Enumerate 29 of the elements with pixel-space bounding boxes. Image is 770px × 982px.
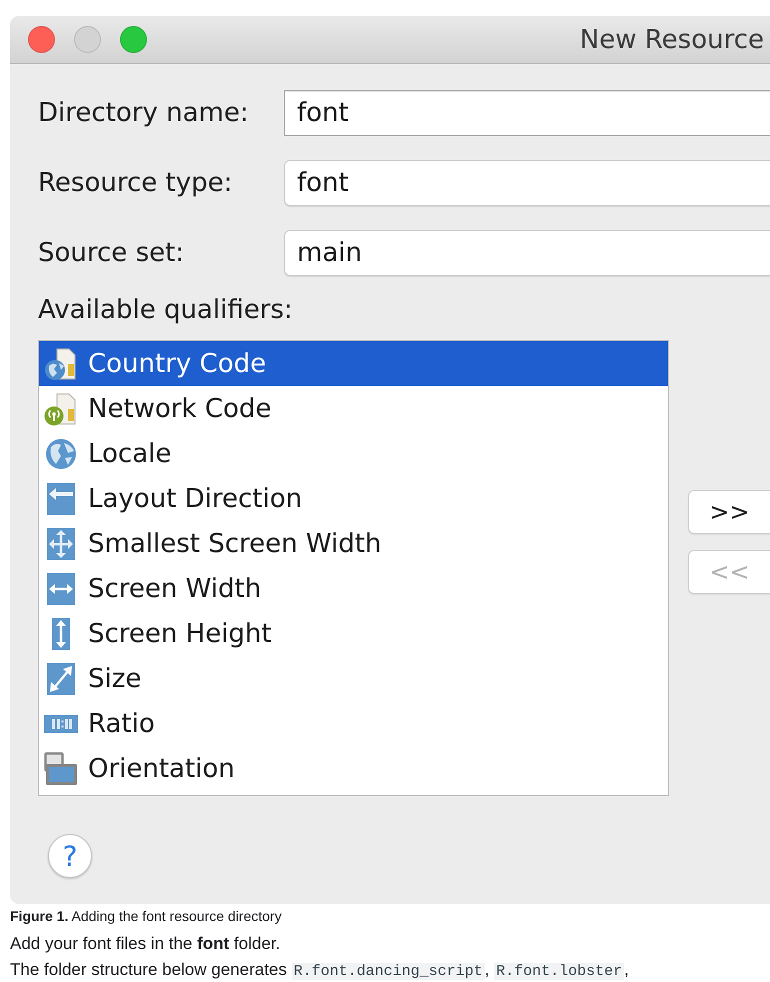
field-label: Source set: xyxy=(38,238,186,268)
list-item[interactable]: Ratio xyxy=(39,701,668,746)
list-item[interactable]: Screen Width xyxy=(39,566,668,611)
globe-icon xyxy=(44,436,78,470)
add-qualifier-button[interactable]: >> xyxy=(688,490,770,534)
list-item[interactable]: Orientation xyxy=(39,746,668,791)
help-button[interactable]: ? xyxy=(48,834,92,878)
dropdown-field[interactable]: main xyxy=(284,230,770,276)
list-item[interactable]: Network Code xyxy=(39,386,668,431)
close-button[interactable] xyxy=(28,26,55,53)
zoom-button[interactable] xyxy=(120,26,147,53)
window-title: New Resource xyxy=(580,24,765,54)
sim-card-antenna-icon xyxy=(44,392,78,426)
list-item[interactable]: Screen Height xyxy=(39,611,668,656)
figure-caption: Figure 1. Adding the font resource directory xyxy=(10,907,283,925)
body-text: Add your font files in the font folder. xyxy=(10,933,282,954)
list-item[interactable]: Locale xyxy=(39,431,668,476)
sim-card-globe-icon xyxy=(44,346,78,380)
list-item[interactable]: Size xyxy=(39,656,668,701)
screens-icon xyxy=(44,752,78,786)
field-label: Directory name: xyxy=(38,98,250,128)
body-text: The folder structure below generates R.font.dancing_script, R.font.lobster, xyxy=(10,959,630,982)
dropdown-field[interactable]: font xyxy=(284,160,770,206)
list-item[interactable]: Smallest Screen Width xyxy=(39,521,668,566)
text-field[interactable]: font xyxy=(284,90,770,136)
list-item[interactable]: Country Code xyxy=(39,341,668,386)
field-label: Resource type: xyxy=(38,168,234,198)
section-label: Available qualifiers: xyxy=(38,295,293,325)
list-item[interactable]: Layout Direction xyxy=(39,476,668,521)
